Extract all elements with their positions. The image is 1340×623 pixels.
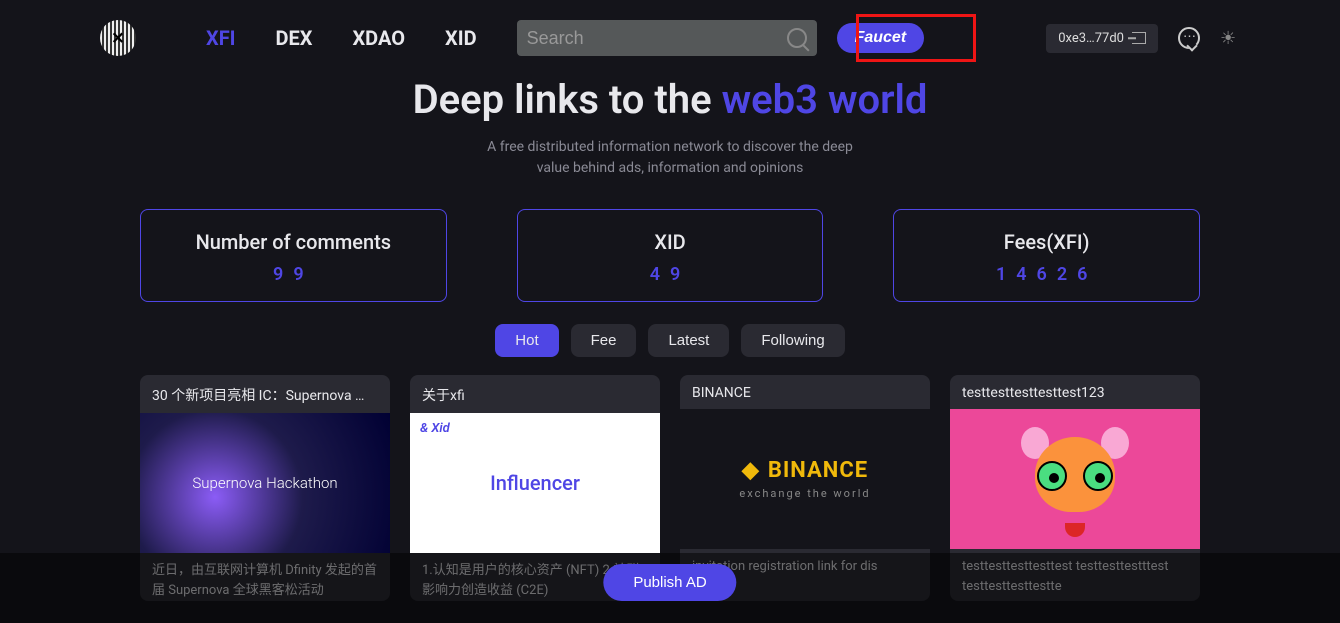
card-title: 30 个新项目亮相 IC：Supernova …	[140, 375, 390, 413]
hero-subtitle: A free distributed information network t…	[0, 137, 1340, 179]
stat-label: Fees(XFI)	[904, 230, 1189, 254]
hero-title-accent: web3 world	[722, 76, 928, 123]
search-input[interactable]	[527, 28, 787, 49]
stat-value: 99	[151, 264, 436, 285]
theme-toggle-icon[interactable]	[1220, 28, 1240, 48]
card-desc: 近日，由互联网计算机 Dfinity 发起的首届 Supernova 全球黑客松…	[140, 553, 390, 601]
card-title: BINANCE	[680, 375, 930, 409]
filter-latest[interactable]: Latest	[648, 324, 729, 357]
filter-hot[interactable]: Hot	[495, 324, 558, 357]
card-image: Supernova Hackathon	[140, 413, 390, 553]
card-image-text: Influencer	[490, 471, 580, 495]
stat-fees: Fees(XFI) 14626	[893, 209, 1200, 302]
card-image	[950, 409, 1200, 549]
disconnect-icon	[1132, 32, 1146, 44]
chat-icon[interactable]	[1178, 27, 1200, 49]
wallet-address-text: 0xe3…77d0	[1058, 31, 1124, 46]
search-container	[517, 20, 817, 56]
card-desc: testtesttesttesttest testtesttestttest t…	[950, 549, 1200, 597]
stats-row: Number of comments 99 XID 49 Fees(XFI) 1…	[0, 209, 1340, 302]
stat-value: 14626	[904, 264, 1189, 285]
main-nav: XFI DEX XDAO XID	[206, 26, 477, 50]
faucet-button[interactable]: Faucet	[837, 23, 925, 53]
filter-following[interactable]: Following	[741, 324, 844, 357]
card-supernova[interactable]: 30 个新项目亮相 IC：Supernova … Supernova Hacka…	[140, 375, 390, 601]
card-image-corner-text: & Xid	[420, 421, 450, 436]
hero-section: Deep links to the web3 world A free dist…	[0, 76, 1340, 179]
stat-label: Number of comments	[151, 230, 436, 254]
card-test[interactable]: testtesttesttesttest123 testtesttesttest…	[950, 375, 1200, 601]
stat-comments: Number of comments 99	[140, 209, 447, 302]
wallet-address-button[interactable]: 0xe3…77d0	[1046, 24, 1158, 53]
search-icon[interactable]	[787, 28, 807, 48]
filter-row: Hot Fee Latest Following	[0, 324, 1340, 357]
nav-xfi[interactable]: XFI	[206, 26, 236, 50]
card-image-text: Supernova Hackathon	[192, 474, 337, 492]
binance-logo-text: BINANCE	[742, 458, 868, 483]
nav-xid[interactable]: XID	[445, 26, 477, 50]
card-title: testtesttesttesttest123	[950, 375, 1200, 409]
hero-sub-line2: value behind ads, information and opinio…	[0, 158, 1340, 179]
stat-value: 49	[528, 264, 813, 285]
card-title: 关于xfi	[410, 375, 660, 413]
stat-xid: XID 49	[517, 209, 824, 302]
binance-tagline: exchange the world	[739, 487, 870, 500]
app-logo[interactable]	[100, 20, 136, 56]
card-image: & Xid Influencer	[410, 413, 660, 553]
publish-ad-button[interactable]: Publish AD	[603, 564, 736, 601]
hero-title-pre: Deep links to the	[413, 76, 722, 123]
filter-fee[interactable]: Fee	[571, 324, 637, 357]
hero-sub-line1: A free distributed information network t…	[0, 137, 1340, 158]
stat-label: XID	[528, 230, 813, 254]
hero-title: Deep links to the web3 world	[0, 76, 1340, 123]
cat-illustration	[1015, 419, 1135, 539]
card-image: BINANCE exchange the world	[680, 409, 930, 549]
nav-xdao[interactable]: XDAO	[352, 26, 405, 50]
nav-dex[interactable]: DEX	[276, 26, 313, 50]
